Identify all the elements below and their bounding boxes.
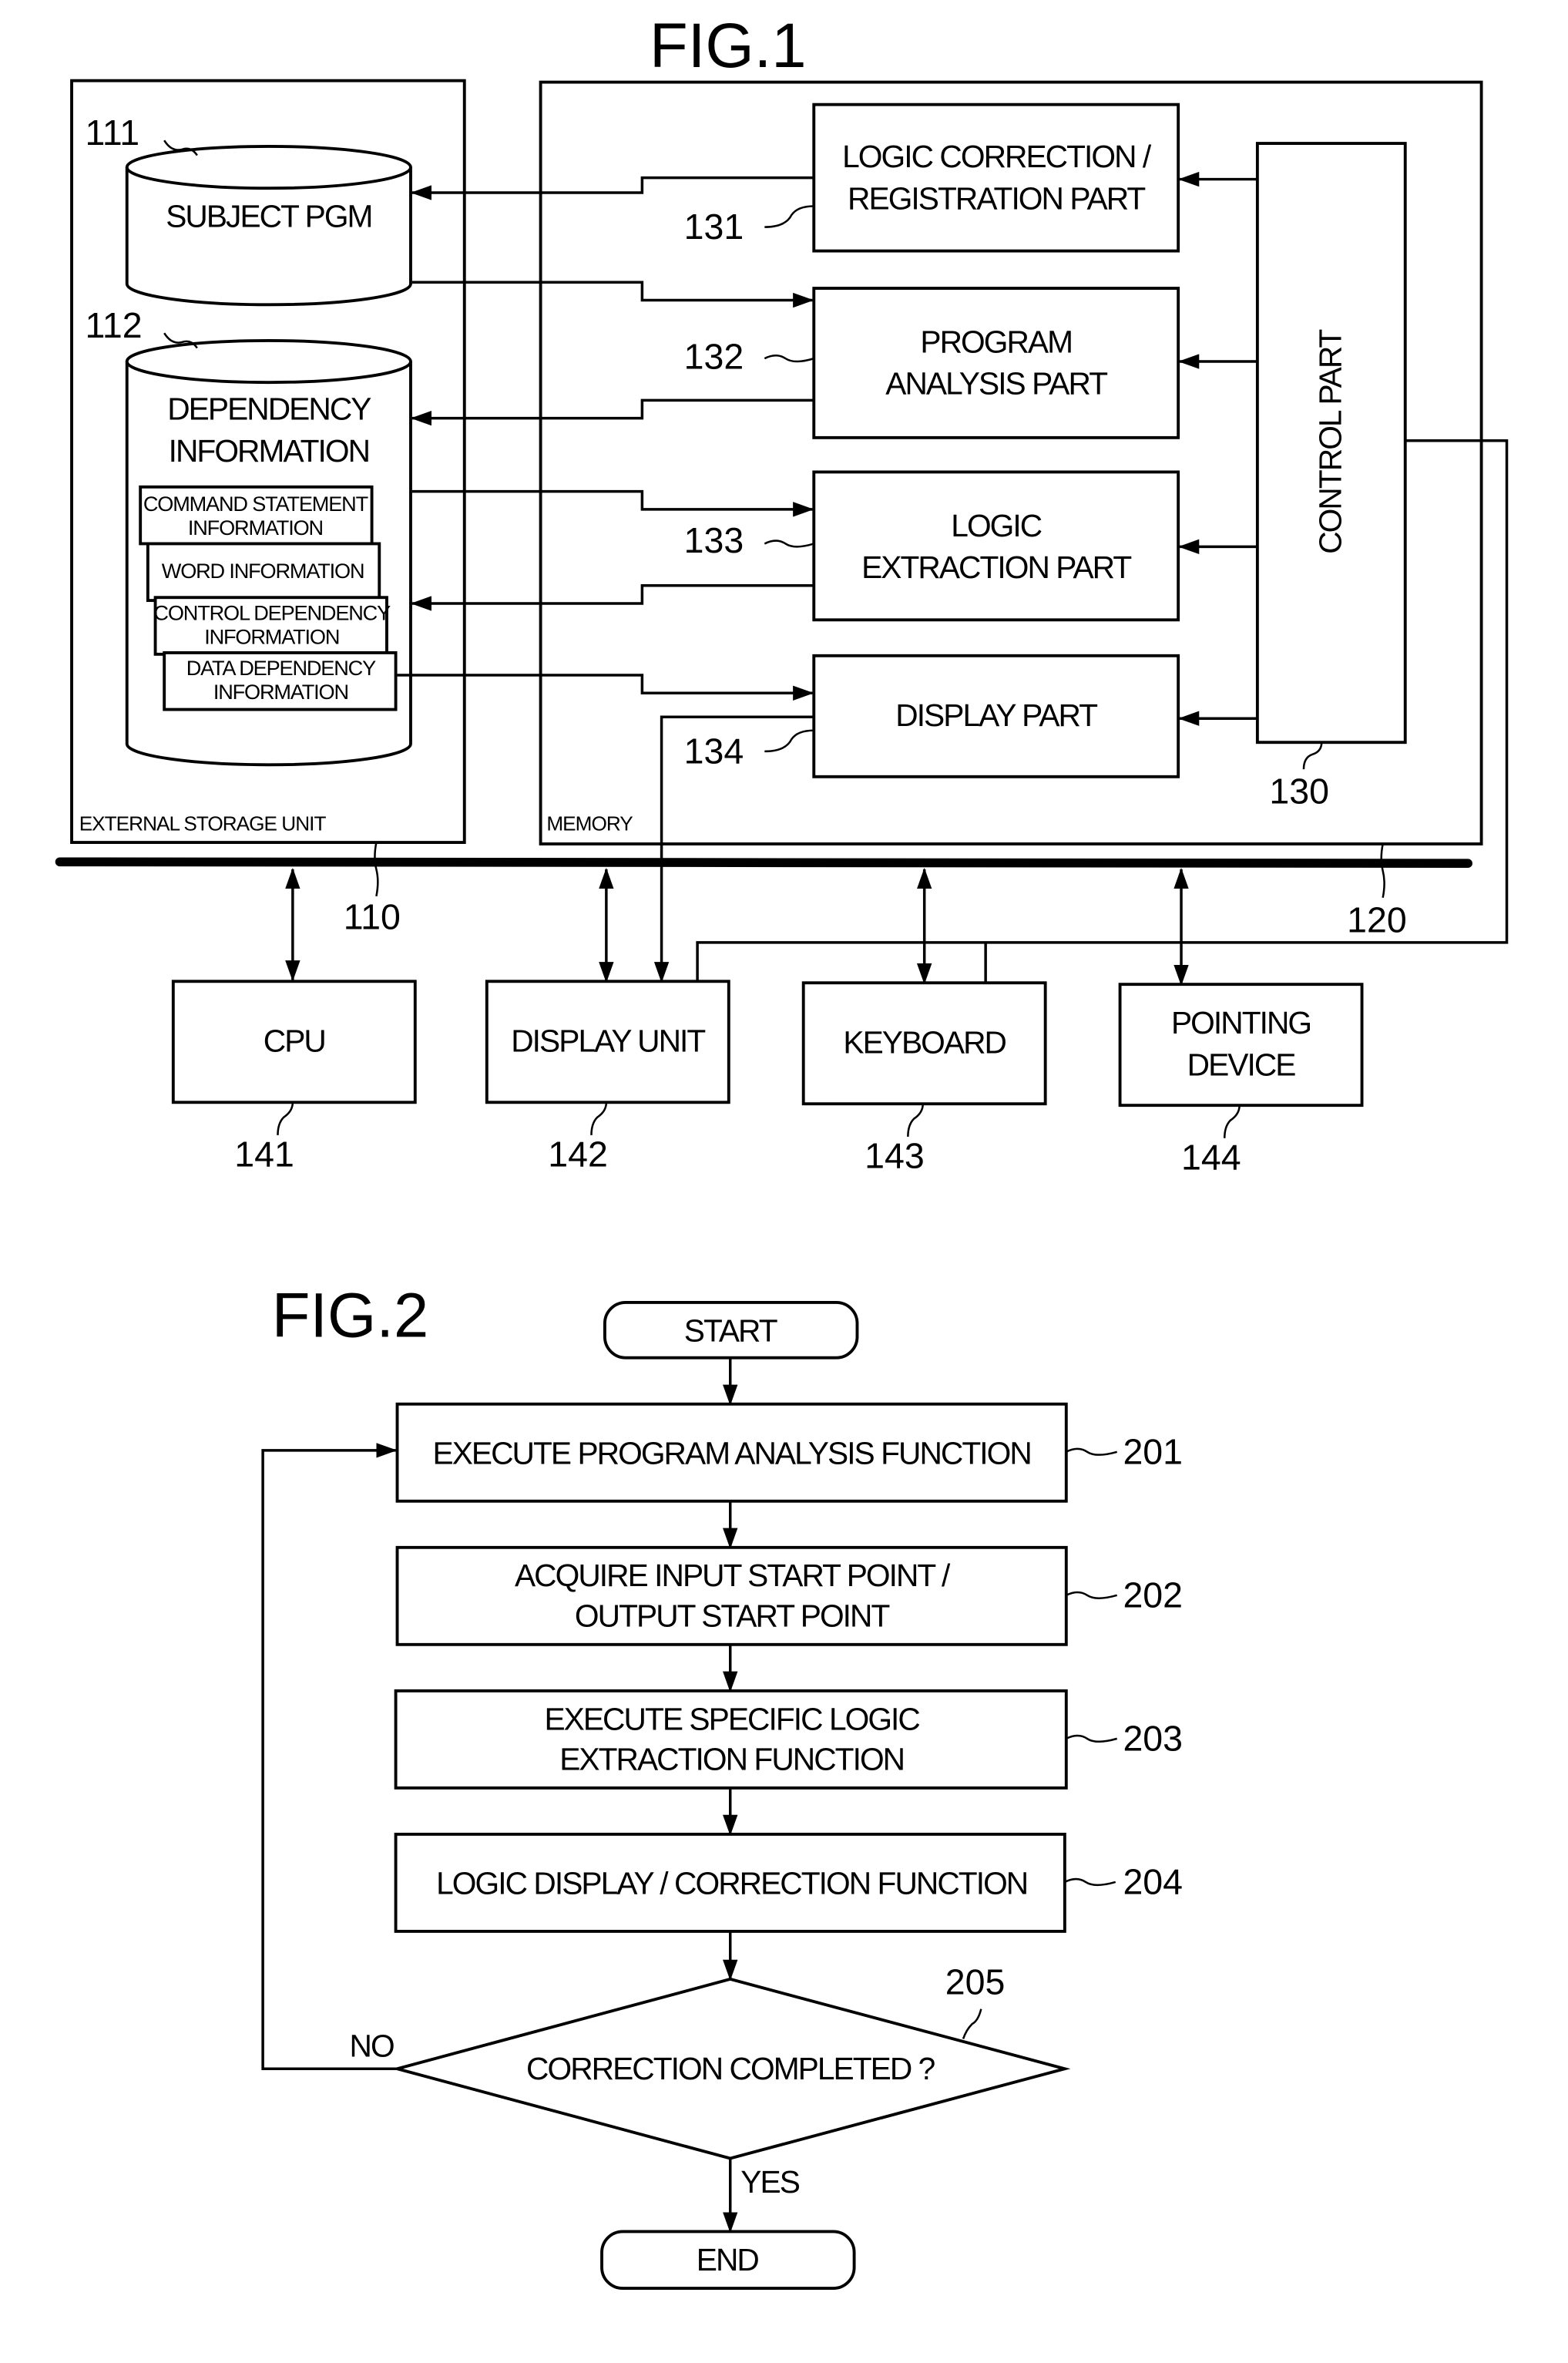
svg-text:EXTRACTION PART: EXTRACTION PART (861, 550, 1131, 585)
ref-142: 142 (548, 1134, 608, 1175)
svg-text:DISPLAY PART: DISPLAY PART (895, 697, 1097, 733)
ref-141: 141 (234, 1134, 294, 1175)
fig1: FIG.1 EXTERNAL STORAGE UNIT SUBJECT PGM … (55, 11, 1509, 1177)
svg-text:COMMAND STATEMENT: COMMAND STATEMENT (143, 492, 368, 516)
svg-text:LOGIC DISPLAY / CORRECTION FUN: LOGIC DISPLAY / CORRECTION FUNCTION (436, 1865, 1027, 1901)
ref-133: 133 (684, 520, 744, 560)
svg-text:INFORMATION: INFORMATION (188, 516, 323, 539)
ref-144: 144 (1181, 1137, 1241, 1177)
external-storage-caption: EXTERNAL STORAGE UNIT (79, 812, 327, 835)
flow-end: END (600, 2230, 856, 2291)
system-bus: 110 120 (55, 842, 1472, 939)
ref-111: 111 (85, 113, 139, 153)
ref-202: 202 (1123, 1575, 1183, 1615)
svg-text:ANALYSIS PART: ANALYSIS PART (885, 366, 1107, 402)
svg-text:DATA DEPENDENCY: DATA DEPENDENCY (186, 656, 376, 680)
svg-text:DISPLAY UNIT: DISPLAY UNIT (511, 1023, 705, 1058)
ref-132: 132 (684, 337, 744, 377)
svg-text:END: END (697, 2242, 759, 2277)
flow-step-204: LOGIC DISPLAY / CORRECTION FUNCTION 204 (394, 1832, 1183, 1933)
fig1-title: FIG.1 (650, 11, 806, 81)
svg-text:PROGRAM: PROGRAM (920, 324, 1072, 359)
svg-text:LOGIC CORRECTION /: LOGIC CORRECTION / (842, 139, 1152, 174)
dependency-sub-item: WORD INFORMATION (146, 542, 381, 603)
control-part-label: CONTROL PART (1312, 329, 1348, 553)
ref-203: 203 (1123, 1718, 1183, 1758)
yes-label: YES (740, 2164, 799, 2200)
svg-text:ACQUIRE INPUT START POINT /: ACQUIRE INPUT START POINT / (515, 1558, 951, 1593)
ref-205: 205 (945, 1961, 1006, 2002)
svg-text:WORD INFORMATION: WORD INFORMATION (162, 559, 364, 583)
svg-text:REGISTRATION PART: REGISTRATION PART (848, 180, 1145, 216)
svg-text:CPU: CPU (264, 1023, 325, 1058)
ref-204: 204 (1123, 1861, 1183, 1901)
external-storage-unit: EXTERNAL STORAGE UNIT SUBJECT PGM 111 DE… (70, 79, 466, 844)
ref-112: 112 (85, 305, 142, 345)
subject-pgm-label: SUBJECT PGM (166, 199, 371, 234)
no-label: NO (350, 2029, 394, 2064)
flow-step-201: EXECUTE PROGRAM ANALYSIS FUNCTION 201 (395, 1402, 1183, 1503)
svg-text:EXECUTE SPECIFIC LOGIC: EXECUTE SPECIFIC LOGIC (544, 1701, 919, 1736)
ref-134: 134 (684, 731, 744, 771)
svg-text:EXECUTE PROGRAM ANALYSIS FUNCT: EXECUTE PROGRAM ANALYSIS FUNCTION (433, 1435, 1031, 1471)
ref-120: 120 (1347, 899, 1407, 939)
control-part: CONTROL PART 130 (1255, 142, 1407, 812)
fig2: FIG.2 START EXECUTE PROGRAM ANALYSIS FUN… (261, 1281, 1183, 2291)
no-loop-arrow (261, 1443, 398, 2070)
svg-text:START: START (684, 1313, 777, 1348)
ref-201: 201 (1123, 1431, 1183, 1471)
dependency-label-line2: INFORMATION (169, 433, 369, 469)
ref-131: 131 (684, 207, 744, 247)
memory-unit: MEMORY LOGIC CORRECTION / REGISTRATION P… (539, 80, 1483, 845)
svg-text:KEYBOARD: KEYBOARD (843, 1024, 1006, 1060)
svg-text:LOGIC: LOGIC (951, 508, 1041, 543)
flow-start: START (603, 1301, 859, 1360)
ref-143: 143 (865, 1136, 925, 1176)
svg-text:DEVICE: DEVICE (1187, 1047, 1296, 1082)
device-pointing-device: POINTING DEVICE 144 (1118, 983, 1364, 1177)
ref-130: 130 (1269, 771, 1329, 812)
svg-text:CONTROL DEPENDENCY: CONTROL DEPENDENCY (153, 600, 391, 624)
svg-text:EXTRACTION FUNCTION: EXTRACTION FUNCTION (559, 1742, 904, 1777)
svg-text:CORRECTION COMPLETED ?: CORRECTION COMPLETED ? (526, 2051, 935, 2086)
dependency-sub-item: COMMAND STATEMENT INFORMATION (139, 485, 374, 546)
dependency-label-line1: DEPENDENCY (167, 392, 371, 427)
svg-text:POINTING: POINTING (1171, 1005, 1311, 1040)
dependency-information-database: DEPENDENCY INFORMATION 112 COMMAND STATE… (85, 305, 412, 767)
leader-110 (374, 842, 379, 897)
dependency-sub-item: CONTROL DEPENDENCY INFORMATION (153, 596, 391, 656)
flow-step-202: ACQUIRE INPUT START POINT / OUTPUT START… (395, 1545, 1183, 1646)
svg-text:OUTPUT START POINT: OUTPUT START POINT (575, 1598, 890, 1634)
dependency-sub-item: DATA DEPENDENCY INFORMATION (163, 650, 398, 711)
patent-figures: FIG.1 EXTERNAL STORAGE UNIT SUBJECT PGM … (55, 11, 1509, 2291)
device-keyboard: KEYBOARD 143 (801, 981, 1047, 1176)
flow-decision-205: CORRECTION COMPLETED ? 205 NO YES (350, 1961, 1071, 2200)
device-display-unit: DISPLAY UNIT 142 (485, 980, 730, 1175)
memory-caption: MEMORY (546, 812, 633, 835)
device-cpu: CPU 141 (171, 980, 417, 1175)
fig2-title: FIG.2 (272, 1281, 428, 1351)
ref-110: 110 (344, 896, 401, 936)
svg-text:INFORMATION: INFORMATION (204, 624, 339, 648)
leader-120 (1380, 843, 1385, 899)
svg-text:INFORMATION: INFORMATION (213, 680, 348, 704)
flow-step-203: EXECUTE SPECIFIC LOGIC EXTRACTION FUNCTI… (394, 1689, 1183, 1790)
